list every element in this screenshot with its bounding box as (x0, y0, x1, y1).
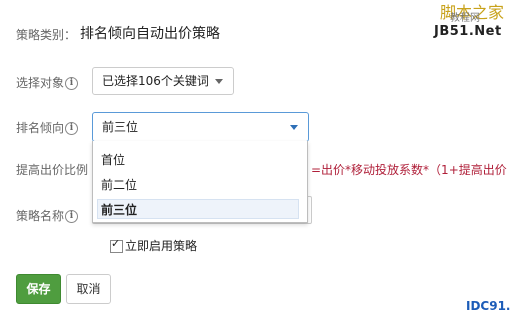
rank-option-top2[interactable]: 前二位 (101, 176, 137, 193)
enable-now-control[interactable]: 立即启用策略 (110, 237, 197, 254)
chevron-down-icon (290, 125, 298, 130)
rank-preference-label: 排名倾向 i (16, 119, 79, 136)
raise-ratio-label: 提高出价比例 (16, 161, 88, 178)
strategy-name-label: 策略名称 i (16, 207, 79, 224)
raise-ratio-label-text: 提高出价比例 (16, 163, 89, 177)
enable-now-checkbox[interactable] (110, 237, 123, 253)
watermark-jb51-net: JB51.Net (434, 24, 502, 39)
select-target-label: 选择对象 i (16, 74, 79, 91)
rank-preference-label-text: 排名倾向 (16, 121, 65, 135)
rank-option-top3[interactable]: 前三位 (101, 201, 137, 218)
cancel-button[interactable]: 取消 (66, 274, 111, 304)
strategy-name-label-text: 策略名称 (16, 209, 65, 223)
watermark-idc91: IDC91. (466, 299, 511, 313)
raise-ratio-formula: =出价*移动投放系数*（1+提高出价 (311, 163, 507, 177)
rank-preference-value: 前三位 (102, 120, 139, 134)
select-target-value: 已选择106个关键词 (102, 74, 209, 88)
enable-now-label: 立即启用策略 (125, 239, 198, 253)
select-target-label-text: 选择对象 (16, 76, 65, 90)
rank-preference-options: 首位 前二位 前三位 (92, 141, 308, 223)
select-target-dropdown[interactable]: 已选择106个关键词 (92, 67, 234, 95)
watermark-jb51-sub: 教程网 (450, 13, 480, 24)
strategy-type-value: 排名倾向自动出价策略 (80, 26, 220, 42)
chevron-down-icon (215, 79, 223, 84)
rank-preference-dropdown[interactable]: 前三位 (92, 112, 309, 142)
info-icon[interactable]: i (65, 77, 79, 90)
info-icon[interactable]: i (65, 210, 79, 223)
info-icon[interactable]: i (65, 122, 79, 135)
save-button[interactable]: 保存 (16, 274, 61, 304)
rank-option-first[interactable]: 首位 (101, 151, 125, 168)
strategy-type-label: 策略类别： (16, 28, 77, 42)
